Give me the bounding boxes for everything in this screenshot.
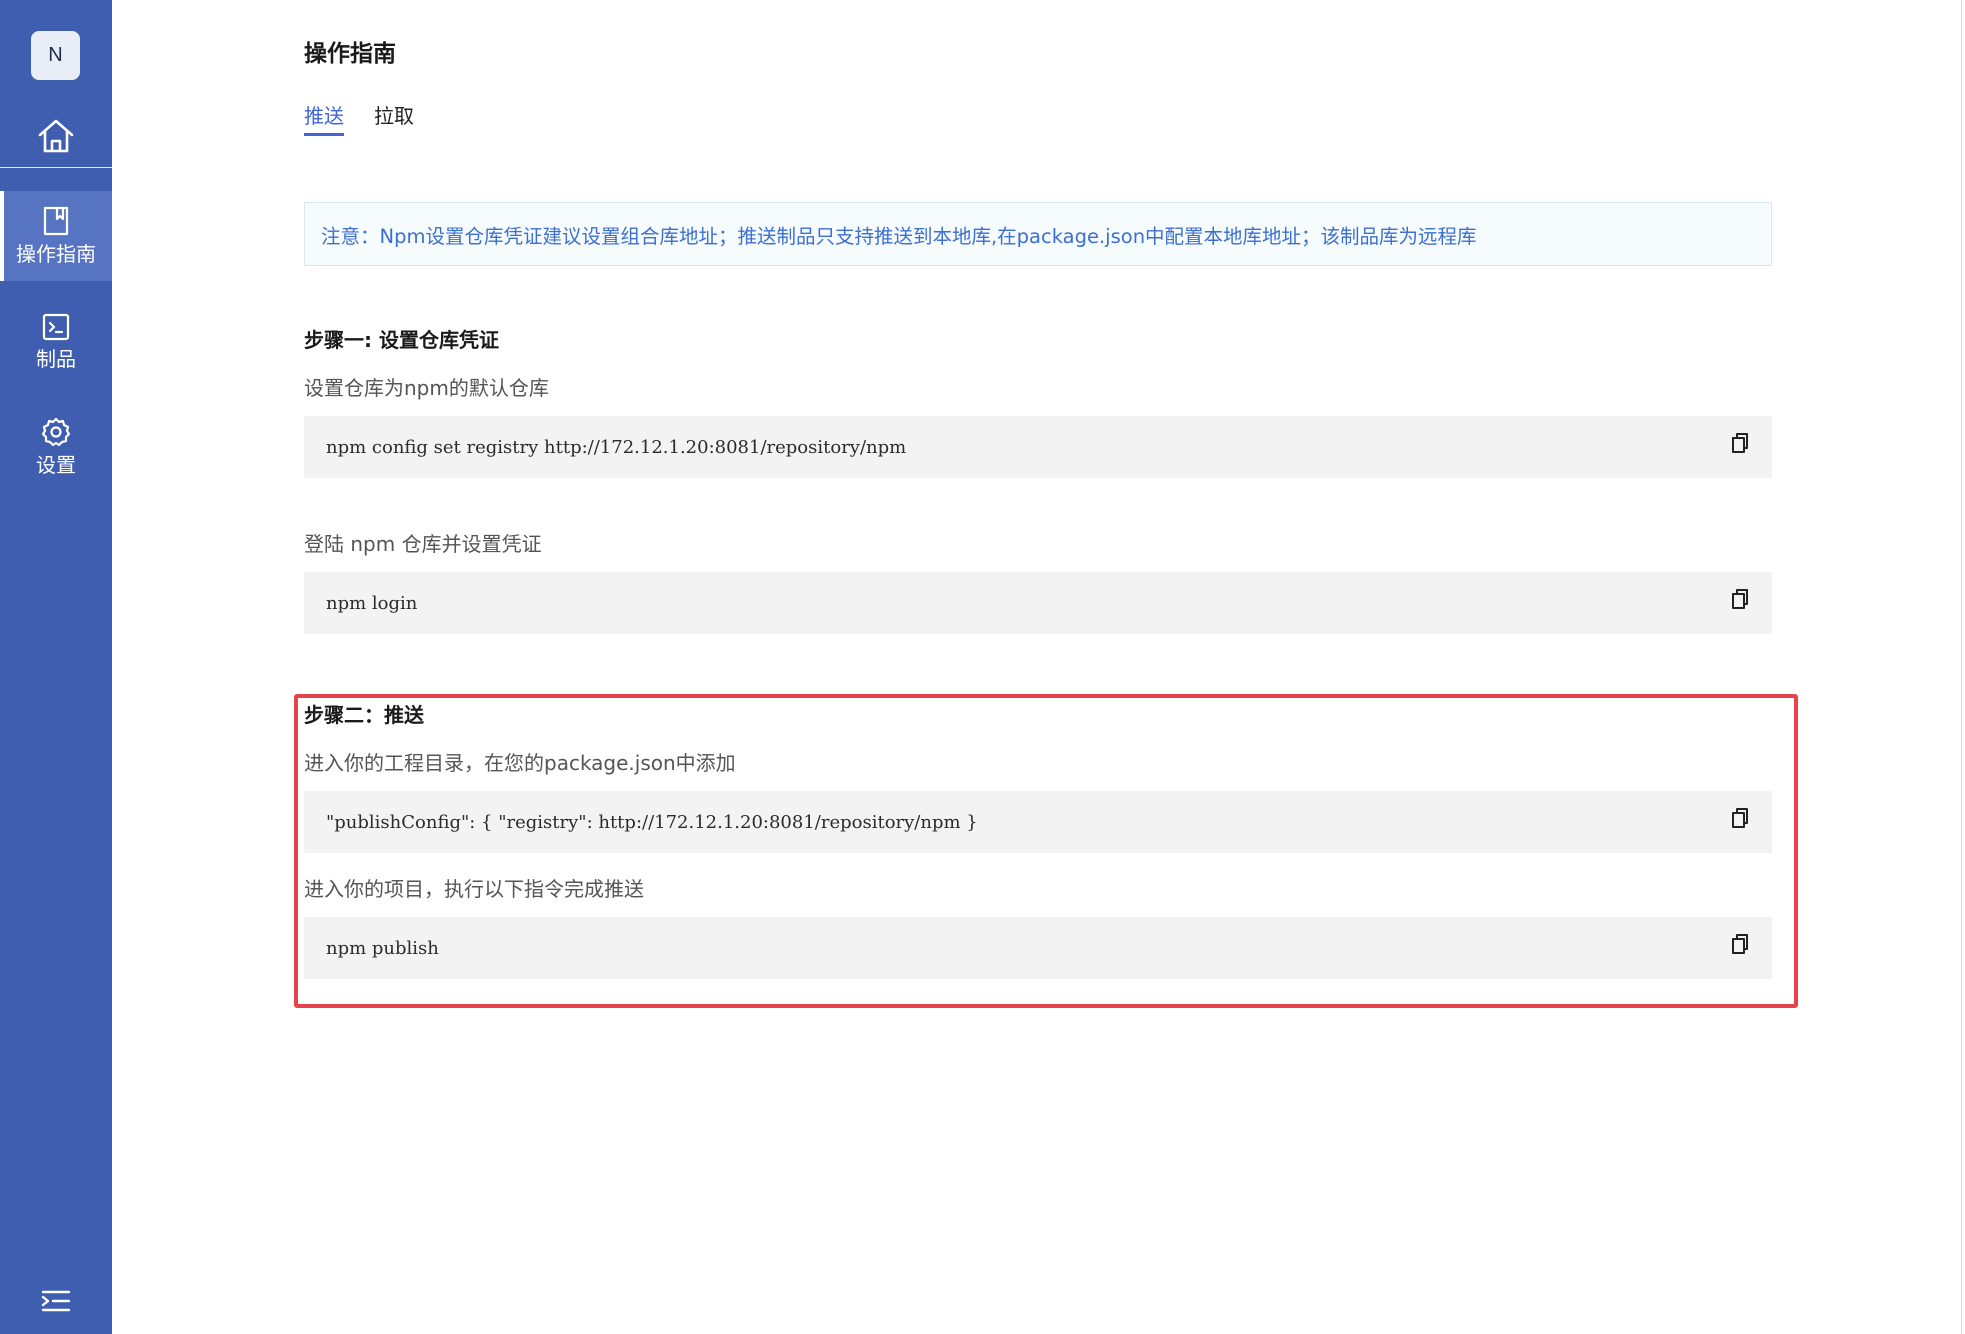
step2-desc-package-json: 进入你的工程目录，在您的package.json中添加	[304, 751, 736, 775]
step2-title: 步骤二：推送	[304, 703, 424, 727]
code-block-npm-login: npm login	[304, 572, 1772, 634]
sidebar-divider	[0, 167, 112, 168]
code-block-publish-config: "publishConfig": { "registry": http://17…	[304, 791, 1772, 853]
copy-button[interactable]	[1728, 430, 1752, 456]
sidebar-item-label: 制品	[36, 347, 76, 371]
tab-pull[interactable]: 拉取	[374, 100, 414, 136]
copy-button[interactable]	[1728, 931, 1752, 957]
terminal-icon	[42, 313, 70, 341]
page-title: 操作指南	[304, 41, 396, 67]
sidebar-item-artifacts[interactable]: 制品	[0, 297, 112, 387]
step1-desc-default-registry: 设置仓库为npm的默认仓库	[304, 376, 549, 400]
home-button[interactable]	[0, 108, 112, 164]
sidebar-item-label: 设置	[36, 453, 76, 477]
copy-icon	[1732, 934, 1748, 954]
copy-icon	[1732, 808, 1748, 828]
copy-icon	[1732, 433, 1748, 453]
tab-push[interactable]: 推送	[304, 100, 344, 136]
home-icon	[38, 119, 74, 153]
step2-desc-publish: 进入你的项目，执行以下指令完成推送	[304, 877, 644, 901]
code-block-set-registry: npm config set registry http://172.12.1.…	[304, 416, 1772, 478]
code-text: npm config set registry http://172.12.1.…	[326, 436, 907, 458]
code-text: "publishConfig": { "registry": http://17…	[326, 811, 978, 833]
copy-button[interactable]	[1728, 805, 1752, 831]
code-block-npm-publish: npm publish	[304, 917, 1772, 979]
sidebar-item-label: 操作指南	[16, 242, 96, 266]
app-logo[interactable]: N	[31, 31, 80, 80]
sidebar-item-guide[interactable]: 操作指南	[0, 191, 112, 281]
notice-banner: 注意：Npm设置仓库凭证建议设置组合库地址；推送制品只支持推送到本地库,在pac…	[304, 202, 1772, 266]
sidebar-item-settings[interactable]: 设置	[0, 402, 112, 492]
menu-collapse-icon	[41, 1290, 71, 1312]
copy-icon	[1732, 589, 1748, 609]
collapse-sidebar-button[interactable]	[40, 1287, 72, 1315]
gear-icon	[41, 417, 71, 447]
step1-desc-login: 登陆 npm 仓库并设置凭证	[304, 532, 542, 556]
bookmark-icon	[43, 206, 69, 236]
sidebar: N 操作指南 制品 设置	[0, 0, 112, 1334]
code-text: npm login	[326, 592, 418, 614]
code-text: npm publish	[326, 937, 439, 959]
tab-bar: 推送 拉取	[304, 100, 444, 136]
step1-title: 步骤一: 设置仓库凭证	[304, 328, 499, 352]
copy-button[interactable]	[1728, 586, 1752, 612]
scrollbar-track[interactable]	[1961, 0, 1962, 1334]
